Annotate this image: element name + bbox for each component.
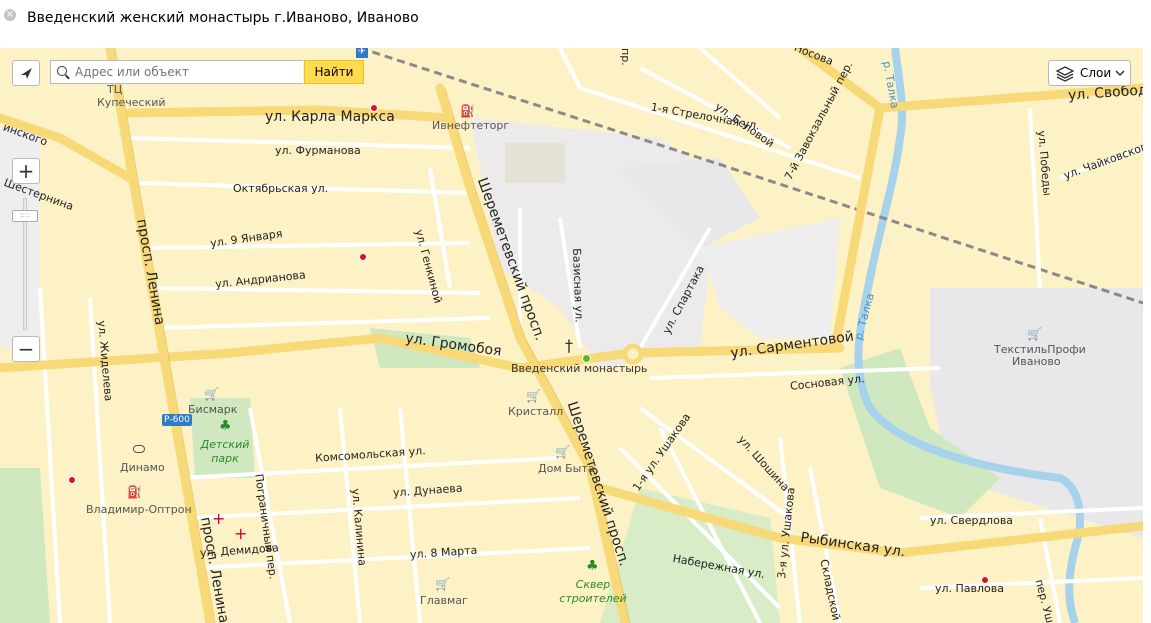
- layers-icon: [1055, 66, 1075, 82]
- street-label: пр.: [619, 48, 632, 66]
- poi-label: Кристалл: [508, 405, 564, 418]
- shop-cart-icon[interactable]: 🛒: [204, 388, 219, 400]
- place-dot[interactable]: [68, 476, 76, 484]
- stadium-icon: [133, 445, 145, 453]
- poi-label: Главмаг: [420, 594, 468, 607]
- place-dot[interactable]: [359, 253, 367, 261]
- park-label: Сквер строителей: [559, 578, 627, 605]
- park-area: [0, 468, 50, 623]
- street-label: ул. Павлова: [935, 582, 1005, 595]
- search-input[interactable]: [73, 64, 302, 80]
- park-label: Детский парк: [200, 438, 250, 465]
- fuel-icon: ⛽: [127, 485, 142, 499]
- map-canvas[interactable]: ул. Карла Маркса ул. Фурманова Октябрьск…: [0, 48, 1143, 623]
- roundabout: [622, 343, 644, 365]
- zoom-out-button[interactable]: −: [12, 336, 40, 362]
- poi-label: Дом Быта: [538, 462, 595, 475]
- poi-label: Ивнефтеторг: [432, 119, 510, 132]
- poi-label: Бисмарк: [188, 403, 238, 416]
- close-icon[interactable]: ×: [4, 9, 16, 21]
- header: × Введенский женский монастырь г.Иваново…: [0, 0, 1151, 48]
- poi-label: Владимир-Оптрон: [86, 503, 192, 516]
- hospital-cross-icon[interactable]: +: [234, 526, 247, 542]
- layers-label: Слои: [1080, 66, 1112, 80]
- search-box[interactable]: [50, 60, 303, 84]
- fuel-icon: ⛽: [460, 104, 475, 118]
- shop-cart-icon[interactable]: 🛒: [1027, 328, 1042, 340]
- page-title: Введенский женский монастырь г.Иваново, …: [27, 10, 419, 26]
- street-label: Базисная ул.: [570, 248, 586, 323]
- search-icon: [57, 66, 67, 76]
- zoom-slider-handle[interactable]: ::::: [12, 210, 38, 222]
- church-cross-icon[interactable]: †: [565, 338, 573, 354]
- route-shield: Р-600: [162, 414, 192, 426]
- street-label: ул. Фурманова: [275, 144, 361, 157]
- chevron-down-icon: [1115, 70, 1125, 77]
- geolocation-button[interactable]: [12, 60, 40, 86]
- hospital-cross-icon[interactable]: +: [212, 511, 225, 527]
- shop-cart-icon[interactable]: 🛒: [526, 390, 541, 402]
- shop-cart-icon[interactable]: 🛒: [555, 446, 570, 458]
- layers-button[interactable]: Слои: [1048, 60, 1131, 86]
- arrow-locate-icon: [21, 68, 32, 79]
- place-dot[interactable]: [370, 104, 378, 112]
- poi-label: ТЦ: [107, 83, 123, 96]
- tree-icon: ♣: [586, 558, 599, 574]
- poi-label: Динамо: [120, 461, 165, 474]
- poi-label: Купеческий: [97, 96, 166, 109]
- building: [505, 143, 565, 183]
- street-label: ул. Карла Маркса: [265, 109, 395, 125]
- poi-label: Иваново: [1012, 355, 1061, 368]
- find-button[interactable]: Найти: [304, 60, 364, 84]
- street-label: ул. Свердлова: [930, 514, 1014, 527]
- shop-cart-icon[interactable]: 🛒: [435, 578, 450, 590]
- zoom-in-button[interactable]: +: [12, 158, 40, 184]
- street-label: Октябрьская ул.: [233, 182, 329, 195]
- poi-label-monastery: Введенский монастырь: [511, 362, 648, 375]
- tree-icon: ♣: [219, 418, 232, 434]
- railway-station-icon: ✈: [356, 48, 368, 58]
- place-dot[interactable]: [981, 576, 989, 584]
